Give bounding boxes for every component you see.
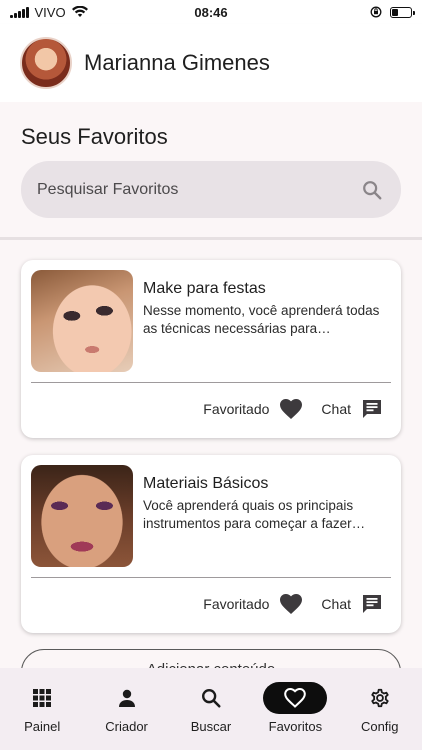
nav-item-painel[interactable]: Painel: [2, 682, 82, 734]
carrier-label: VIVO: [34, 4, 66, 20]
card-actions: Favoritado Chat: [203, 591, 383, 617]
bottom-nav: Painel Criador Buscar Favoritos Config: [0, 668, 422, 750]
card-divider: [31, 382, 391, 383]
nav-label: Painel: [24, 719, 61, 734]
page-title: Seus Favoritos: [21, 124, 168, 149]
user-name: Marianna Gimenes: [84, 50, 270, 75]
rotation-lock-icon: [370, 6, 382, 18]
person-icon[interactable]: [95, 682, 159, 714]
card-title: Make para festas: [143, 280, 266, 297]
card-actions: Favoritado Chat: [203, 396, 383, 422]
chat-label: Chat: [321, 401, 351, 417]
profile-header: Marianna Gimenes: [0, 24, 422, 102]
card-thumbnail: [31, 270, 133, 372]
nav-item-criador[interactable]: Criador: [87, 682, 167, 734]
search-icon[interactable]: [179, 682, 243, 714]
nav-item-buscar[interactable]: Buscar: [171, 682, 251, 734]
search-bar[interactable]: [21, 161, 401, 218]
favorite-card[interactable]: Materiais Básicos Você aprenderá quais o…: [21, 455, 401, 633]
nav-label: Buscar: [190, 719, 232, 734]
battery-level: [392, 8, 398, 16]
card-divider: [31, 577, 391, 578]
favorite-label: Favoritado: [203, 401, 270, 417]
favorite-card[interactable]: Make para festas Nesse momento, você apr…: [21, 260, 401, 438]
heart-icon[interactable]: [279, 593, 303, 615]
favorites-section: Seus Favoritos: [0, 102, 422, 240]
card-description: Você aprenderá quais os principais instr…: [143, 498, 354, 531]
nav-label: Favoritos: [268, 719, 323, 734]
gear-icon[interactable]: [348, 682, 412, 714]
status-bar: VIVO 08:46: [0, 0, 422, 24]
nav-item-config[interactable]: Config: [340, 682, 420, 734]
nav-label: Criador: [105, 719, 148, 734]
card-title: Materiais Básicos: [143, 475, 269, 492]
search-icon[interactable]: [361, 179, 383, 201]
heart-icon[interactable]: [279, 398, 303, 420]
favorite-button[interactable]: Favoritado: [203, 398, 303, 420]
chat-icon[interactable]: [361, 593, 383, 615]
chat-button[interactable]: Chat: [321, 398, 383, 420]
grid-icon[interactable]: [10, 682, 74, 714]
status-right: [370, 6, 415, 18]
favorite-button[interactable]: Favoritado: [203, 593, 303, 615]
chat-label: Chat: [321, 596, 351, 612]
nav-label: Config: [360, 719, 399, 734]
status-left: VIVO: [10, 5, 88, 20]
heart-icon[interactable]: [263, 682, 328, 714]
signal-icon: [10, 6, 29, 18]
favorite-label: Favoritado: [203, 596, 270, 612]
avatar[interactable]: [20, 37, 72, 89]
chat-button[interactable]: Chat: [321, 593, 383, 615]
card-thumbnail: [31, 465, 133, 567]
card-description: Nesse momento, você aprenderá todas as t…: [143, 303, 380, 336]
battery-icon: [390, 6, 415, 18]
chat-icon[interactable]: [361, 398, 383, 420]
search-input[interactable]: [37, 180, 337, 199]
wifi-icon: [71, 6, 88, 17]
nav-item-favoritos[interactable]: Favoritos: [255, 682, 335, 734]
